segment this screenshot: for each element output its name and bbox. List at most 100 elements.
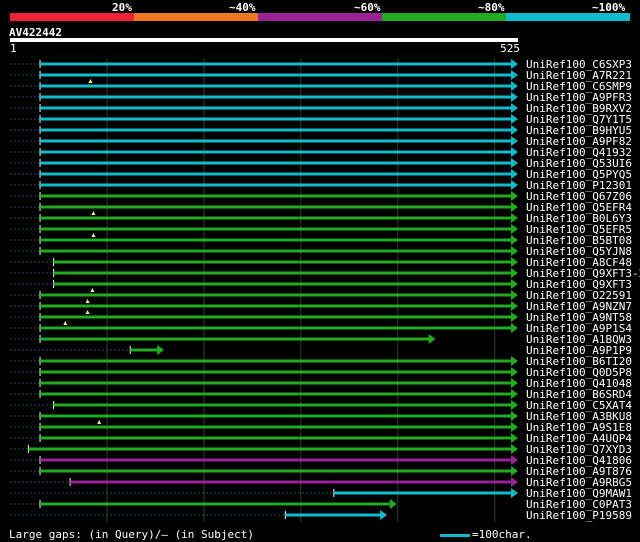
hit-label: UniRef100_Q0D5P8	[526, 366, 632, 379]
hit-bar	[40, 436, 512, 440]
hit-arrow	[511, 466, 518, 476]
query-gap-marker	[88, 79, 93, 83]
query-gap-marker	[91, 211, 96, 215]
hit-row: UniRef100_C5XAT4	[10, 399, 632, 412]
hit-arrow	[511, 81, 518, 91]
hit-label: UniRef100_B9HYU5	[526, 124, 632, 137]
hit-row: UniRef100_C6SXP3	[10, 58, 632, 71]
query-ruler: 1 525	[10, 38, 520, 55]
hit-row: UniRef100_A7R221	[10, 69, 632, 82]
hit-arrow	[511, 477, 518, 487]
hit-label: UniRef100_C6SXP3	[526, 58, 632, 71]
hit-label: UniRef100_A9NZN7	[526, 300, 632, 313]
color-seg-100	[506, 13, 630, 21]
hit-arrow	[511, 356, 518, 366]
hit-row: UniRef100_B6SRD4	[10, 388, 632, 401]
hit-bar	[40, 172, 512, 176]
hit-bar	[40, 183, 512, 187]
hit-row: UniRef100_Q41048	[10, 377, 632, 390]
hit-row: UniRef100_P19589	[10, 509, 632, 522]
hit-label: UniRef100_B5BT08	[526, 234, 632, 247]
hit-label: UniRef100_Q5EFR4	[526, 201, 632, 214]
hit-row: UniRef100_Q67Z06	[10, 190, 632, 203]
hit-arrow	[511, 488, 518, 498]
hit-label: UniRef100_A9S1E8	[526, 421, 632, 434]
hit-arrow	[511, 444, 518, 454]
hit-label: UniRef100_Q7XYD3	[526, 443, 632, 456]
hit-bar	[40, 238, 512, 242]
hit-arrow	[511, 433, 518, 443]
hit-bar	[40, 502, 391, 506]
hit-bar	[40, 117, 512, 121]
hit-arrow	[511, 268, 518, 278]
hit-row: UniRef100_A8CF48	[10, 256, 632, 269]
hit-bar	[53, 403, 513, 407]
hit-arrow	[511, 323, 518, 333]
hit-arrow	[511, 378, 518, 388]
hit-label: UniRef100_Q41932	[526, 146, 632, 159]
hit-row: UniRef100_Q9XFT3-2	[10, 267, 640, 280]
hit-label: UniRef100_C0PAT3	[526, 498, 632, 511]
hit-bar	[40, 458, 512, 462]
hit-bar	[53, 271, 513, 275]
hit-bar	[40, 304, 512, 308]
scale-legend: =100char.	[440, 528, 532, 541]
hit-row: UniRef100_A9NT58	[10, 310, 632, 324]
hit-arrow	[511, 455, 518, 465]
hit-label: UniRef100_A7R221	[526, 69, 632, 82]
hit-label: UniRef100_A9P1P9	[526, 344, 632, 357]
hit-bar	[40, 381, 512, 385]
hit-label: UniRef100_Q53UI6	[526, 157, 632, 170]
hit-label: UniRef100_Q5YJN8	[526, 245, 632, 258]
hit-bar	[70, 480, 512, 484]
query-gap-marker	[91, 233, 96, 237]
grid-lines	[106, 58, 496, 522]
color-seg-40	[134, 13, 258, 21]
hit-bar	[40, 392, 512, 396]
hit-bar	[40, 62, 512, 66]
hit-bar	[40, 425, 512, 429]
hit-bar	[40, 150, 512, 154]
hit-row: UniRef100_Q5PYQ5	[10, 168, 632, 181]
hit-arrow	[511, 290, 518, 300]
hit-arrow	[511, 422, 518, 432]
hit-row: UniRef100_P12301	[10, 179, 632, 192]
hit-arrow	[511, 59, 518, 69]
ruler-start-label: 1	[10, 42, 17, 55]
hit-row: UniRef100_C6SMP9	[10, 79, 632, 93]
hit-row: UniRef100_Q41806	[10, 454, 632, 467]
hit-label: UniRef100_A9PF82	[526, 135, 632, 148]
hit-label: UniRef100_B6SRD4	[526, 388, 632, 401]
hit-arrow	[511, 246, 518, 256]
hit-label: UniRef100_A9T876	[526, 465, 632, 478]
hit-label: UniRef100_Q9XFT3-2	[526, 267, 640, 280]
hit-label: UniRef100_P19589	[526, 509, 632, 522]
hit-row: UniRef100_A1BQW3	[10, 333, 632, 346]
hit-row: UniRef100_A9P1S4	[10, 321, 632, 335]
hit-row: UniRef100_A9T876	[10, 465, 632, 478]
hit-bar	[40, 194, 512, 198]
hit-row: UniRef100_Q5EFR5	[10, 223, 632, 236]
hit-label: UniRef100_Q9MAW1	[526, 487, 632, 500]
hit-arrow	[511, 70, 518, 80]
hit-bar	[40, 414, 512, 418]
hit-row: UniRef100_B9HYU5	[10, 124, 632, 137]
hit-row: UniRef100_O22591	[10, 288, 632, 302]
hit-bar	[40, 139, 512, 143]
hit-label: UniRef100_A3BKU8	[526, 410, 632, 423]
hit-arrow	[511, 301, 518, 311]
hit-row: UniRef100_A9RBG5	[10, 476, 632, 489]
hit-arrow	[511, 158, 518, 168]
hit-arrow	[511, 169, 518, 179]
identity-color-bar	[10, 13, 630, 21]
hit-row: UniRef100_B9RXV2	[10, 102, 632, 115]
hit-row: UniRef100_C0PAT3	[10, 498, 632, 511]
hit-label: UniRef100_Q67Z06	[526, 190, 632, 203]
hit-row: UniRef100_B6TI20	[10, 355, 632, 368]
hit-row: UniRef100_A9NZN7	[10, 299, 632, 313]
ruler-bar	[10, 38, 518, 42]
hit-bar	[40, 315, 512, 319]
hit-arrow	[511, 114, 518, 124]
hit-bar	[40, 84, 512, 88]
hit-label: UniRef100_A9PFR3	[526, 91, 632, 104]
